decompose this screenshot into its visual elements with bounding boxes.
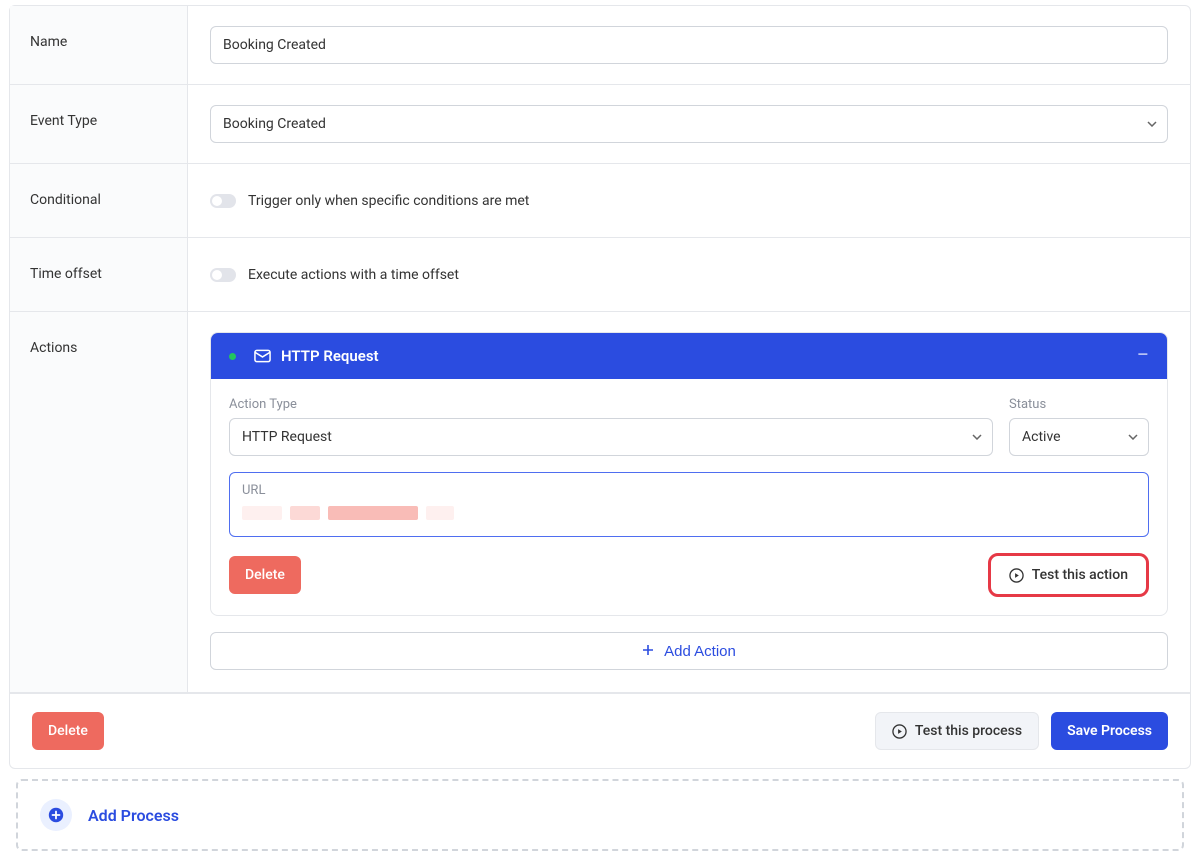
row-time-offset: Time offset Execute actions with a time … xyxy=(10,238,1190,312)
url-redacted-value xyxy=(242,504,1136,522)
test-process-label: Test this process xyxy=(915,723,1022,739)
url-field[interactable]: URL xyxy=(229,472,1149,537)
event-type-label: Event Type xyxy=(10,85,188,163)
event-type-content: Booking Created xyxy=(188,85,1190,163)
actions-content: HTTP Request − Action Type HTTP Request … xyxy=(188,312,1190,692)
test-process-button[interactable]: Test this process xyxy=(875,712,1039,750)
action-body: Action Type HTTP Request Status Active xyxy=(211,379,1167,615)
add-action-label: Add Action xyxy=(664,643,736,660)
time-offset-label: Time offset xyxy=(10,238,188,311)
name-input[interactable] xyxy=(210,26,1168,64)
test-action-label: Test this action xyxy=(1032,567,1128,583)
play-circle-icon xyxy=(892,724,907,739)
redacted-segment xyxy=(290,506,320,520)
action-header[interactable]: HTTP Request − xyxy=(211,333,1167,379)
redacted-segment xyxy=(328,506,418,520)
bottom-right: Test this process Save Process xyxy=(875,712,1168,750)
action-header-title: HTTP Request xyxy=(281,347,379,365)
conditional-content: Trigger only when specific conditions ar… xyxy=(188,164,1190,237)
save-process-button[interactable]: Save Process xyxy=(1051,712,1168,750)
time-offset-toggle[interactable] xyxy=(210,268,236,282)
action-card: HTTP Request − Action Type HTTP Request … xyxy=(210,332,1168,616)
add-action-button[interactable]: Add Action xyxy=(210,632,1168,670)
play-circle-icon xyxy=(1009,568,1024,583)
status-label: Status xyxy=(1009,397,1149,412)
status-group: Status Active xyxy=(1009,397,1149,456)
action-body-row: Action Type HTTP Request Status Active xyxy=(229,397,1149,456)
process-form-panel: Name Event Type Booking Created Conditio… xyxy=(9,5,1191,769)
action-type-group: Action Type HTTP Request xyxy=(229,397,993,456)
status-select[interactable]: Active xyxy=(1009,418,1149,456)
time-offset-description: Execute actions with a time offset xyxy=(248,267,459,283)
row-event-type: Event Type Booking Created xyxy=(10,85,1190,164)
conditional-toggle[interactable] xyxy=(210,194,236,208)
action-footer-row: Delete Test this action xyxy=(229,553,1149,597)
bottom-bar: Delete Test this process Save Process xyxy=(10,693,1190,768)
delete-process-button[interactable]: Delete xyxy=(32,712,104,750)
action-type-label: Action Type xyxy=(229,397,993,412)
action-type-select[interactable]: HTTP Request xyxy=(229,418,993,456)
actions-label: Actions xyxy=(10,312,188,692)
row-name: Name xyxy=(10,6,1190,85)
action-status-dot-icon xyxy=(229,353,236,360)
collapse-icon[interactable]: − xyxy=(1136,345,1149,367)
conditional-description: Trigger only when specific conditions ar… xyxy=(248,193,529,209)
row-conditional: Conditional Trigger only when specific c… xyxy=(10,164,1190,238)
time-offset-toggle-row: Execute actions with a time offset xyxy=(210,267,459,283)
test-action-button[interactable]: Test this action xyxy=(988,553,1149,597)
redacted-segment xyxy=(426,506,454,520)
add-process-button[interactable]: Add Process xyxy=(16,779,1184,851)
url-label: URL xyxy=(242,483,1136,498)
time-offset-content: Execute actions with a time offset xyxy=(188,238,1190,311)
add-process-label: Add Process xyxy=(88,806,179,825)
mail-icon xyxy=(254,349,271,363)
delete-action-button[interactable]: Delete xyxy=(229,556,301,594)
redacted-segment xyxy=(242,506,282,520)
event-type-select[interactable]: Booking Created xyxy=(210,105,1168,143)
name-label: Name xyxy=(10,6,188,84)
plus-icon xyxy=(642,643,654,660)
plus-circle-icon xyxy=(40,799,72,831)
conditional-label: Conditional xyxy=(10,164,188,237)
name-content xyxy=(188,6,1190,84)
conditional-toggle-row: Trigger only when specific conditions ar… xyxy=(210,193,529,209)
row-actions: Actions HTTP Request − xyxy=(10,312,1190,693)
